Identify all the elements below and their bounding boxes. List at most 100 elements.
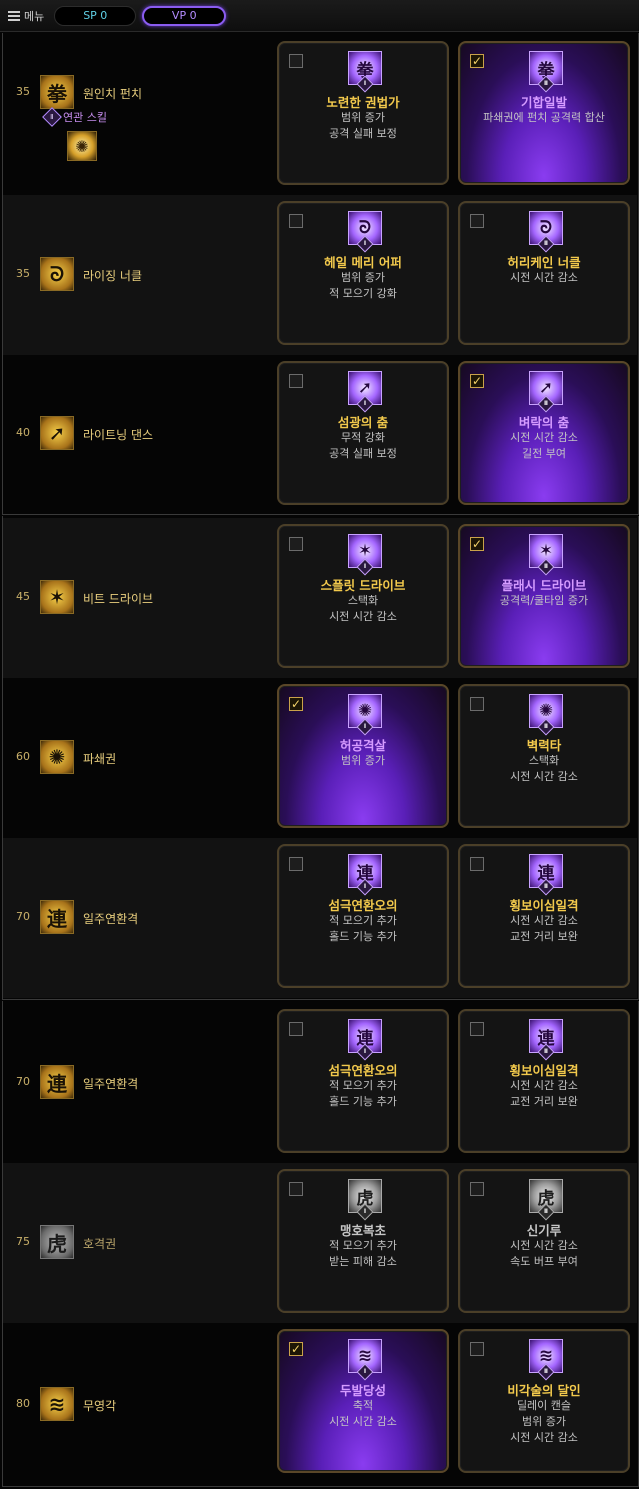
tripod-checkbox[interactable] [289, 857, 303, 871]
tripod-checkbox[interactable]: ✓ [470, 537, 484, 551]
tripod-card[interactable]: 連 Ⅱ 횡보이심일격 시전 시간 감소 교전 거리 보완 [458, 1009, 630, 1153]
skill-name: 원인치 펀치 [83, 87, 143, 101]
beat-drive-icon[interactable]: ✶ [40, 580, 74, 614]
tripod-card[interactable]: ✓ ✶ Ⅱ 플래시 드라이브 공격력/쿨타임 증가 [458, 524, 630, 668]
chain-strike-icon[interactable]: 連 [40, 900, 74, 934]
tripod-description: 딜레이 캔슬 [516, 1399, 572, 1412]
tripod-card[interactable]: 連 Ⅱ 횡보이심일격 시전 시간 감소 교전 거리 보완 [458, 844, 630, 988]
skill-row: 40 ➚ 라이트닝 댄스 ➚ Ⅰ 섬광의 춤 무적 강화 공격 실패 보정 ✓ ➚ Ⅱ 벼락의 춤 시전… [3, 355, 637, 513]
shatter-fist-icon: ✺ Ⅱ [529, 694, 563, 736]
rank-badge-icon: Ⅰ [356, 75, 374, 93]
menu-button[interactable]: 메뉴 [8, 8, 44, 24]
tripod-description: 시전 시간 감소 [329, 610, 397, 623]
tripod-checkbox[interactable] [470, 857, 484, 871]
tripod-description: 시전 시간 감소 [510, 770, 578, 783]
lightning-dance-icon[interactable]: ➚ [40, 416, 74, 450]
tripod-card[interactable]: ᘐ Ⅰ 헤일 메리 어퍼 범위 증가 적 모으기 강화 [277, 201, 449, 345]
tripod-card[interactable]: 連 Ⅰ 섬극연환오의 적 모으기 추가 홀드 기능 추가 [277, 844, 449, 988]
chain-strike-icon[interactable]: 連 [40, 1065, 74, 1099]
skill-row: 35 ᘐ 라이징 너클 ᘐ Ⅰ 헤일 메리 어퍼 범위 증가 적 모으기 강화 ᘐ Ⅱ 허리케인 너… [3, 195, 637, 355]
tripod-description: 공격 실패 보정 [329, 447, 397, 460]
tripod-checkbox[interactable] [470, 1022, 484, 1036]
tripod-checkbox[interactable] [470, 214, 484, 228]
tripod-checkbox[interactable] [470, 1342, 484, 1356]
skill-name: 파쇄권 [83, 752, 117, 766]
skill-name: 호격권 [83, 1237, 117, 1251]
tiger-fist-icon[interactable]: 虎 [40, 1225, 74, 1259]
tripod-card[interactable]: ✓ ✺ Ⅰ 허공격살 범위 증가 [277, 684, 449, 828]
skill-level: 70 [16, 910, 30, 923]
lightning-dance-icon: ➚ Ⅰ [348, 371, 382, 413]
tripod-checkbox[interactable]: ✓ [470, 54, 484, 68]
shatter-fist-icon: ✺ Ⅰ [348, 694, 382, 736]
tripod-card[interactable]: ≋ Ⅱ 비각술의 달인 딜레이 캔슬 범위 증가 시전 시간 감소 [458, 1329, 630, 1473]
tripod-card[interactable]: ✺ Ⅱ 벽력타 스택화 시전 시간 감소 [458, 684, 630, 828]
tripod-checkbox[interactable] [289, 1182, 303, 1196]
tripod-checkbox[interactable] [289, 214, 303, 228]
shadowless-kick-icon: ≋ Ⅰ [348, 1339, 382, 1381]
rank-badge-icon: Ⅱ [537, 558, 555, 576]
skill-level: 60 [16, 750, 30, 763]
tripod-description: 교전 거리 보완 [510, 1095, 578, 1108]
tripod-checkbox[interactable] [470, 1182, 484, 1196]
tripod-checkbox[interactable] [289, 1022, 303, 1036]
tripod-description: 범위 증가 [341, 754, 385, 767]
tripod-checkbox[interactable] [470, 697, 484, 711]
rising-knuckle-icon[interactable]: ᘐ [40, 257, 74, 291]
tripod-checkbox[interactable] [289, 374, 303, 388]
tripod-card[interactable]: ✓ ≋ Ⅰ 두발당성 축적 시전 시간 감소 [277, 1329, 449, 1473]
tripod-card[interactable]: ➚ Ⅰ 섬광의 춤 무적 강화 공격 실패 보정 [277, 361, 449, 505]
skill-level: 80 [16, 1397, 30, 1410]
skill-level: 35 [16, 267, 30, 280]
tripod-checkbox[interactable]: ✓ [289, 697, 303, 711]
fist-icon[interactable]: 拳 [40, 75, 74, 109]
fist-icon: 拳Ⅱ [529, 51, 563, 93]
skill-row: 60 ✺ 파쇄권 ✓ ✺ Ⅰ 허공격살 범위 증가 ✺ Ⅱ 벽력타 스택화 시전 시간 감소 [3, 678, 637, 838]
rank-badge-icon: Ⅰ [356, 1363, 374, 1381]
tripod-description: 홀드 기능 추가 [329, 1095, 397, 1108]
tripod-card[interactable]: 虎 Ⅰ 맹호복초 적 모으기 추가 받는 피해 감소 [277, 1169, 449, 1313]
rank-badge-icon: Ⅱ [537, 395, 555, 413]
skill-level: 40 [16, 426, 30, 439]
tripod-card[interactable]: 連 Ⅰ 섬극연환오의 적 모으기 추가 홀드 기능 추가 [277, 1009, 449, 1153]
tripod-checkbox[interactable] [289, 54, 303, 68]
tripod-checkbox[interactable]: ✓ [289, 1342, 303, 1356]
shatter-fist-icon[interactable]: ✺ [40, 740, 74, 774]
hamburger-icon [8, 10, 20, 21]
tripod-description: 범위 증가 [341, 111, 385, 124]
tripod-card[interactable]: ✶ Ⅰ 스플릿 드라이브 스택화 시전 시간 감소 [277, 524, 449, 668]
rank-badge-icon: Ⅱ [537, 878, 555, 896]
chain-strike-icon: 連Ⅰ [348, 854, 382, 896]
tripod-description: 무적 강화 [341, 431, 385, 444]
tiger-fist-icon: 虎Ⅰ [348, 1179, 382, 1221]
shatter-fist-icon[interactable]: ✺ [67, 131, 97, 161]
tripod-description: 파쇄권에 펀치 공격력 합산 [483, 111, 605, 124]
skill-row: 70 連 일주연환격 連 Ⅰ 섬극연환오의 적 모으기 추가 홀드 기능 추가 連 Ⅱ 횡보이심일격… [3, 838, 637, 998]
skill-level: 70 [16, 1075, 30, 1088]
vp-points-badge[interactable]: VP 0 [142, 5, 227, 26]
tripod-card[interactable]: ✓ 拳 Ⅱ 기합일발 파쇄권에 펀치 공격력 합산 [458, 41, 630, 185]
tripod-description: 시전 시간 감소 [510, 1431, 578, 1444]
skill-row: 80 ≋ 무영각 ✓ ≋ Ⅰ 두발당성 축적 시전 시간 감소 ≋ Ⅱ 비각술의 달인 딜레이 캔슬 범위… [3, 1323, 637, 1487]
lightning-dance-icon: ➚ Ⅱ [529, 371, 563, 413]
tripod-checkbox[interactable] [289, 537, 303, 551]
chain-strike-icon: 連Ⅱ [529, 1019, 563, 1061]
skill-name: 일주연환격 [83, 1077, 139, 1091]
rank-badge-icon: Ⅰ [356, 395, 374, 413]
shadowless-kick-icon[interactable]: ≋ [40, 1387, 74, 1421]
tripod-description: 받는 피해 감소 [329, 1255, 397, 1268]
fist-icon: 拳Ⅰ [348, 51, 382, 93]
tripod-card[interactable]: 虎 Ⅱ 신기루 시전 시간 감소 속도 버프 부여 [458, 1169, 630, 1313]
skill-row: 35 拳 원인치 펀치 Ⅱ 연관 스킬 ✺ 拳 Ⅰ 노련한 권법가 범위 증가 공격 실패 보정 ✓ 拳… [3, 35, 637, 195]
skill-row: 70 連 일주연환격 連 Ⅰ 섬극연환오의 적 모으기 추가 홀드 기능 추가 連 Ⅱ 횡보이심일격… [3, 1003, 637, 1163]
tripod-card[interactable]: 拳 Ⅰ 노련한 권법가 범위 증가 공격 실패 보정 [277, 41, 449, 185]
tripod-card[interactable]: ᘐ Ⅱ 허리케인 너클 시전 시간 감소 [458, 201, 630, 345]
rank-badge-icon: Ⅰ [356, 878, 374, 896]
tripod-description: 시전 시간 감소 [510, 1239, 578, 1252]
chain-strike-icon: 連Ⅱ [529, 854, 563, 896]
beat-drive-icon: ✶ Ⅰ [348, 534, 382, 576]
skill-row: 75 虎 호격권 虎 Ⅰ 맹호복초 적 모으기 추가 받는 피해 감소 虎 Ⅱ 신기루 시전 시간 감… [3, 1163, 637, 1323]
tripod-card[interactable]: ✓ ➚ Ⅱ 벼락의 춤 시전 시간 감소 길전 부여 [458, 361, 630, 505]
tripod-description: 시전 시간 감소 [510, 271, 578, 284]
tripod-checkbox[interactable]: ✓ [470, 374, 484, 388]
